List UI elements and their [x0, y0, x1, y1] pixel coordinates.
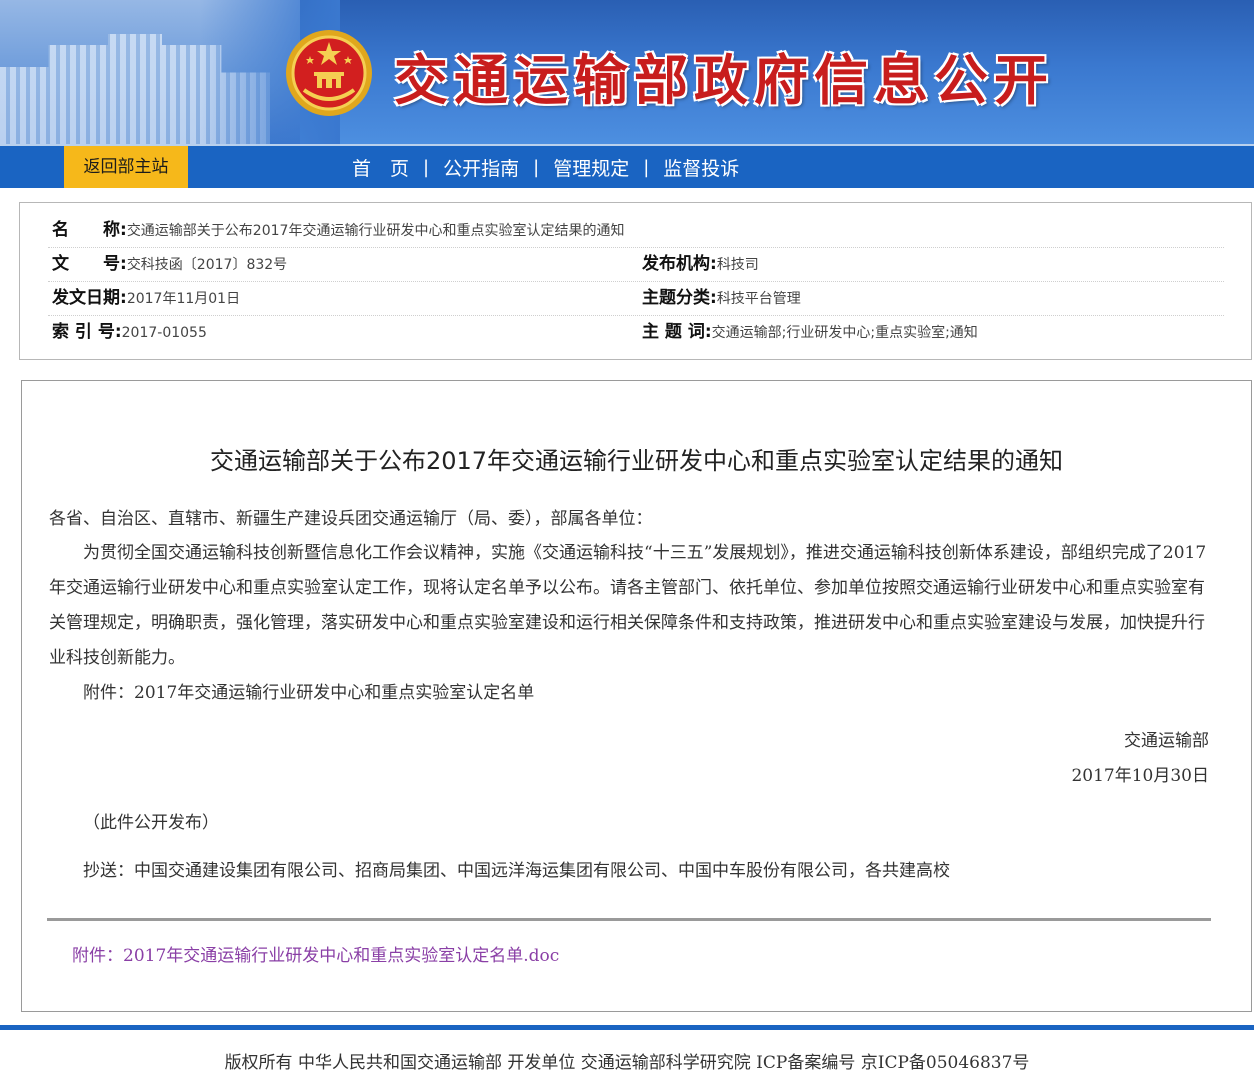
meta-row-date: 发文日期:2017年11月01日 主题分类:科技平台管理: [48, 282, 1224, 316]
footer-copyright: 版权所有 中华人民共和国交通运输部 开发单位 交通运输部科学研究院 ICP备案编…: [224, 1053, 1030, 1073]
name-label: 名 称:: [52, 220, 127, 240]
public-release-note: （此件公开发布）: [83, 813, 219, 833]
document-title: 交通运输部关于公布2017年交通运输行业研发中心和重点实验室认定结果的通知: [209, 447, 1064, 475]
footer-bar: [0, 1025, 1254, 1030]
nav-separator: |: [533, 156, 540, 178]
nav-item-regulations[interactable]: 管理规定: [541, 154, 641, 181]
sign-date: 2017年10月30日: [1071, 766, 1209, 786]
index-label: 索 引 号:: [52, 322, 122, 342]
nav-separator: |: [423, 156, 430, 178]
nav-item-home[interactable]: 首 页: [340, 154, 421, 181]
content-divider: [47, 918, 1211, 921]
document-content-box: 交通运输部关于公布2017年交通运输行业研发中心和重点实验室认定结果的通知 各省…: [21, 380, 1252, 1012]
keywords-label: 主 题 词:: [642, 322, 712, 342]
nav-separator: |: [643, 156, 650, 178]
publisher-label: 发布机构:: [642, 254, 717, 274]
site-title: 交通运输部政府信息公开: [394, 48, 1054, 112]
keywords-value: 交通运输部;行业研发中心;重点实验室;通知: [711, 325, 978, 341]
document-metadata-box: 名 称:交通运输部关于公布2017年交通运输行业研发中心和重点实验室认定结果的通…: [19, 202, 1252, 360]
date-value: 2017年11月01日: [126, 291, 241, 307]
attachment-download-link[interactable]: 附件：2017年交通运输行业研发中心和重点实验室认定名单.doc: [72, 941, 559, 966]
docno-label: 文 号:: [52, 254, 127, 274]
nav-item-guide[interactable]: 公开指南: [431, 154, 531, 181]
publisher-value: 科技司: [716, 257, 759, 273]
meta-row-docno: 文 号:交科技函〔2017〕832号 发布机构:科技司: [48, 248, 1224, 282]
category-label: 主题分类:: [642, 288, 717, 308]
nav-item-complaints[interactable]: 监督投诉: [651, 154, 751, 181]
body-paragraph: 为贯彻全国交通运输科技创新暨信息化工作会议精神，实施《交通运输科技“十三五”发展…: [49, 543, 1207, 668]
attachment-note: 附件：2017年交通运输行业研发中心和重点实验室认定名单: [83, 683, 535, 703]
header-banner: 交通运输部政府信息公开: [0, 0, 1254, 144]
category-value: 科技平台管理: [716, 291, 801, 307]
date-label: 发文日期:: [52, 288, 127, 308]
national-emblem-icon: [286, 30, 372, 116]
cc-list: 抄送：中国交通建设集团有限公司、招商局集团、中国远洋海运集团有限公司、中国中车股…: [83, 861, 950, 881]
back-to-main-site-button[interactable]: 返回部主站: [64, 146, 188, 188]
meta-row-name: 名 称:交通运输部关于公布2017年交通运输行业研发中心和重点实验室认定结果的通…: [48, 214, 1224, 248]
docno-value: 交科技函〔2017〕832号: [126, 257, 288, 273]
nav-links: 首 页 | 公开指南 | 管理规定 | 监督投诉: [340, 146, 751, 188]
signature: 交通运输部: [1124, 731, 1209, 751]
index-value: 2017-01055: [121, 325, 207, 341]
name-value: 交通运输部关于公布2017年交通运输行业研发中心和重点实验室认定结果的通知: [126, 223, 625, 239]
salutation: 各省、自治区、直辖市、新疆生产建设兵团交通运输厅（局、委），部属各单位：: [49, 509, 653, 529]
meta-row-index: 索 引 号:2017-01055 主 题 词:交通运输部;行业研发中心;重点实验…: [48, 316, 1224, 349]
main-nav: 返回部主站 首 页 | 公开指南 | 管理规定 | 监督投诉: [0, 144, 1254, 188]
